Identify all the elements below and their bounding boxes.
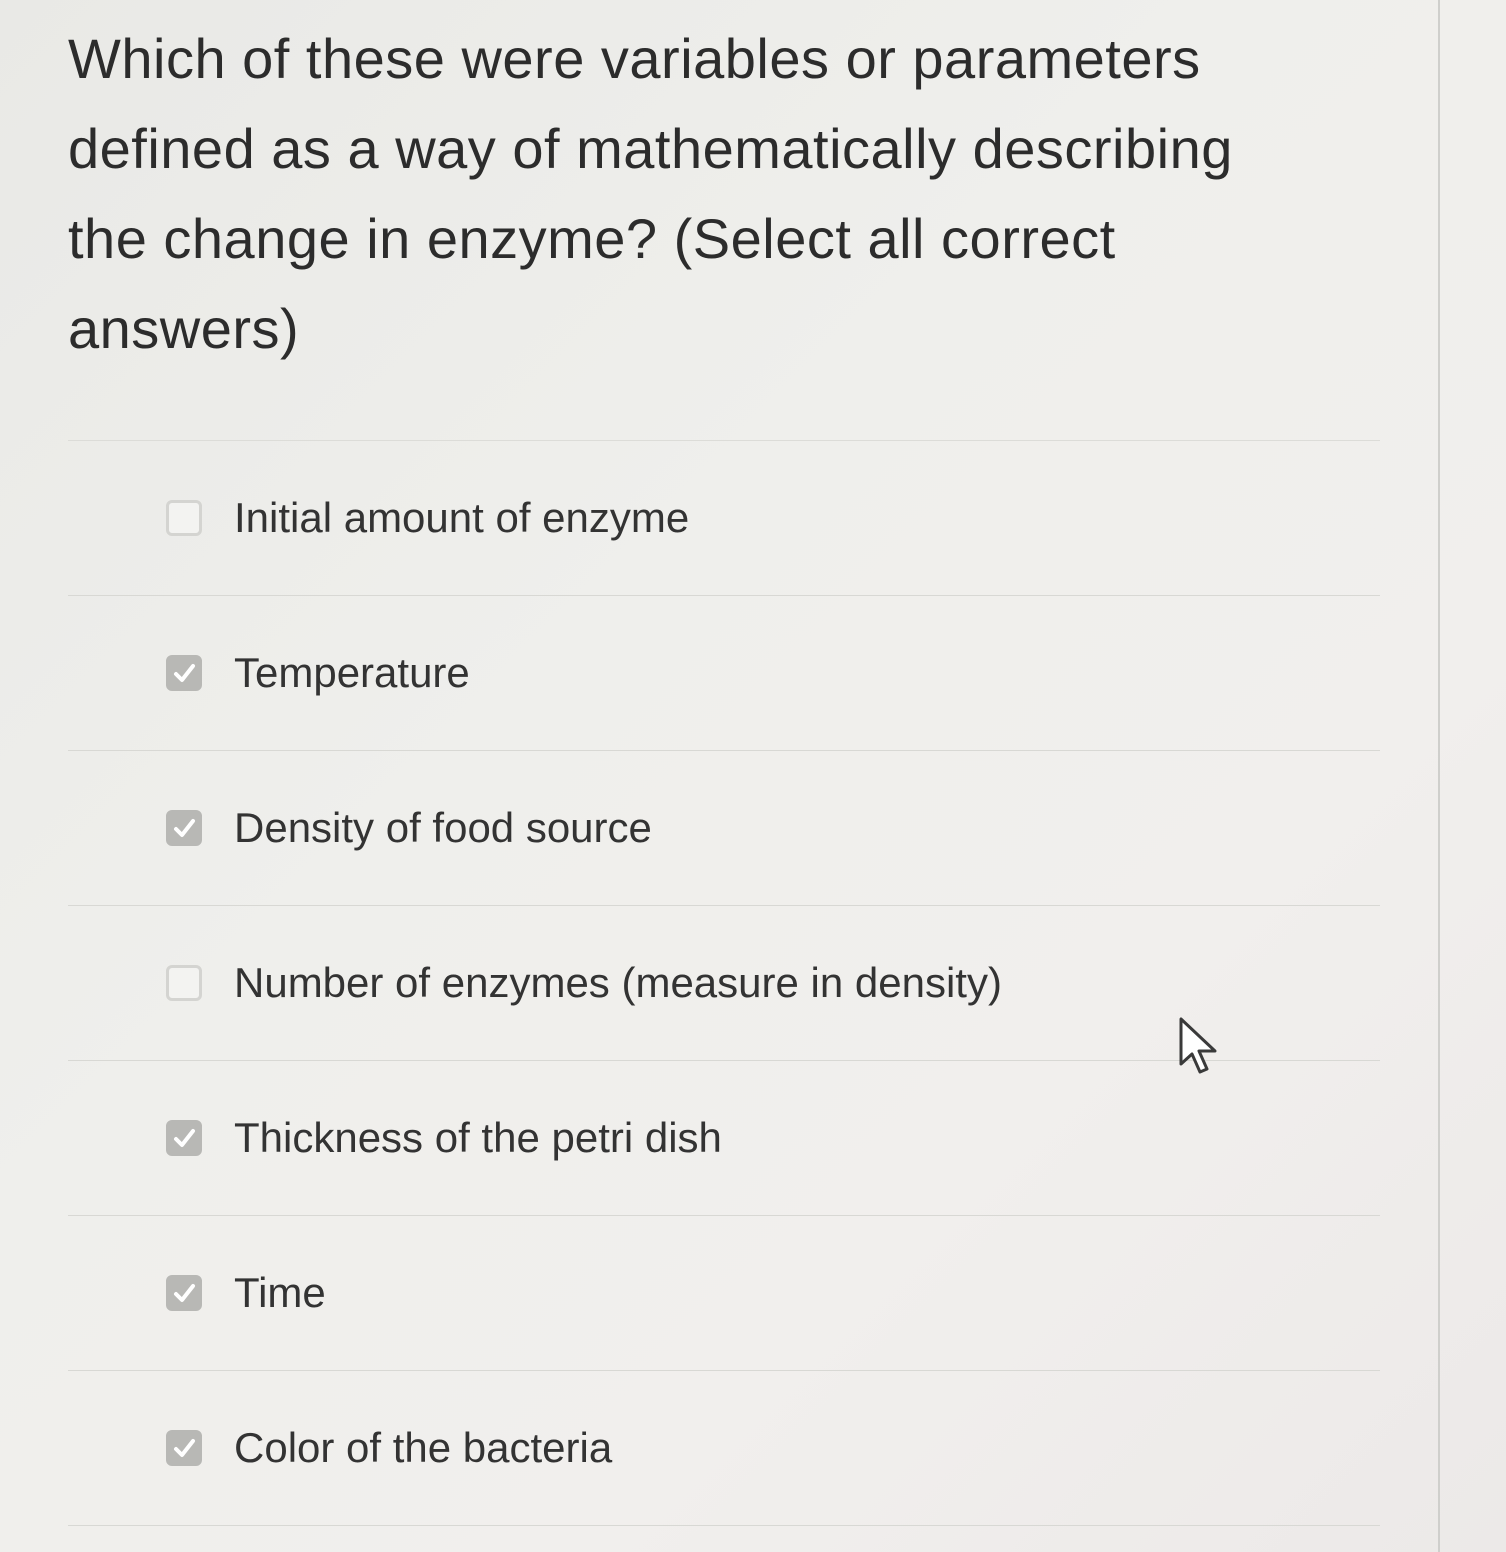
option-label: Thickness of the petri dish: [234, 1114, 722, 1161]
option-checkbox[interactable]: [166, 500, 202, 536]
answer-option[interactable]: Temperature: [68, 596, 1380, 751]
checkmark-icon: [174, 1284, 195, 1302]
answer-option[interactable]: Time: [68, 1216, 1380, 1371]
mouse-pointer-icon: [1179, 1017, 1217, 1074]
option-label: Density of food source: [234, 804, 652, 851]
option-label: Initial amount of enzyme: [234, 494, 690, 541]
option-label: Color of the bacteria: [234, 1424, 613, 1471]
answer-option[interactable]: Color of the bacteria: [68, 1371, 1380, 1526]
option-checkbox[interactable]: [166, 1120, 202, 1156]
option-label: Time: [234, 1269, 326, 1316]
option-checkbox[interactable]: [166, 965, 202, 1001]
answer-options-list: Initial amount of enzyme Temperature Den…: [68, 440, 1380, 1526]
option-label: Temperature: [234, 649, 470, 696]
option-checkbox[interactable]: [166, 1275, 202, 1311]
answer-option[interactable]: Density of food source: [68, 751, 1380, 906]
checkmark-icon: [174, 1439, 195, 1457]
checkmark-icon: [174, 664, 195, 682]
question-text: Which of these were variables or paramet…: [68, 27, 1233, 360]
option-checkbox[interactable]: [166, 810, 202, 846]
question-panel: Which of these were variables or paramet…: [0, 0, 1440, 1552]
option-checkbox[interactable]: [166, 1430, 202, 1466]
option-label: Number of enzymes (measure in density): [234, 959, 1002, 1006]
checkmark-icon: [174, 1129, 195, 1147]
answer-option[interactable]: Thickness of the petri dish: [68, 1061, 1380, 1216]
checkmark-icon: [174, 819, 195, 837]
option-checkbox[interactable]: [166, 655, 202, 691]
answer-option[interactable]: Initial amount of enzyme: [68, 441, 1380, 596]
